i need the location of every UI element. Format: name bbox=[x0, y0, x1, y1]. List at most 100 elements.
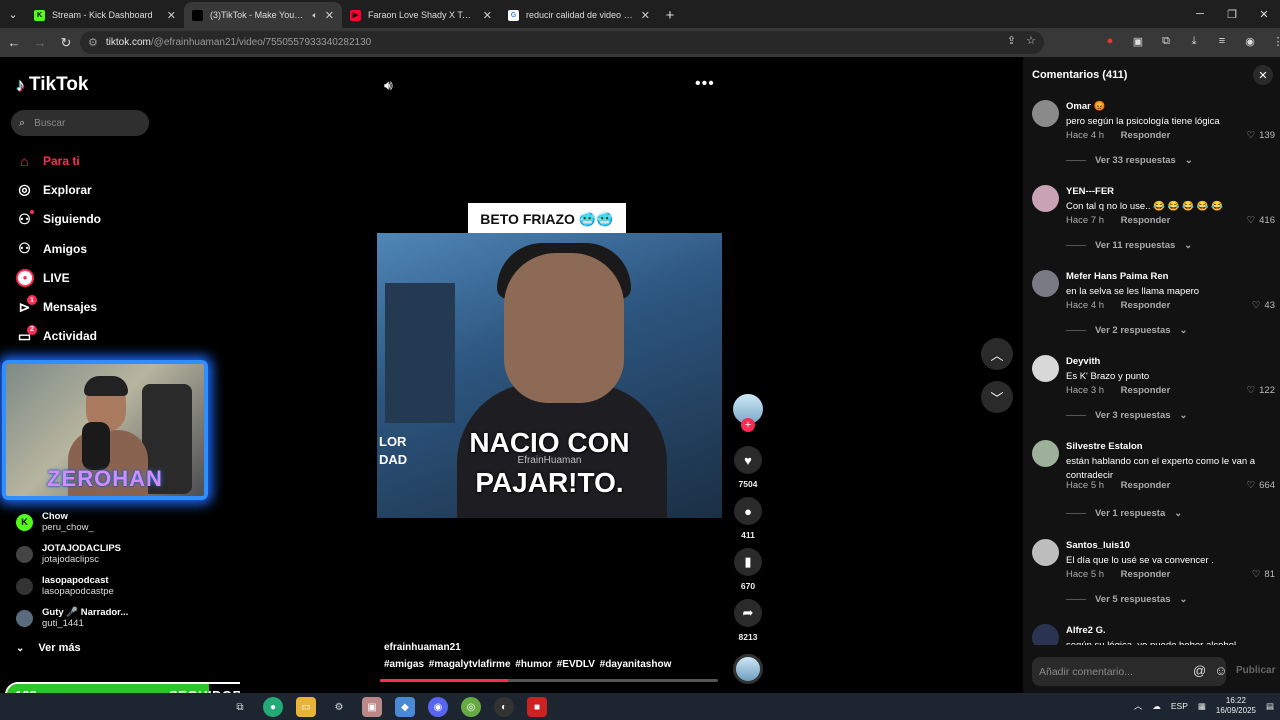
view-replies-button[interactable]: Ver 11 respuestas ⌄ bbox=[1066, 240, 1192, 251]
video-progress-bar[interactable] bbox=[380, 679, 718, 682]
chrome-icon[interactable]: ● bbox=[263, 697, 283, 717]
tab-close-icon[interactable]: ✕ bbox=[325, 9, 334, 22]
volume-icon[interactable]: 🔊︎ bbox=[384, 77, 393, 94]
commenter-avatar[interactable] bbox=[1032, 185, 1059, 212]
reply-button[interactable]: Responder bbox=[1121, 300, 1171, 311]
following-account[interactable]: K Chow peru_chow_ bbox=[16, 506, 128, 538]
obs-icon[interactable]: ◐ bbox=[494, 697, 514, 717]
view-replies-button[interactable]: Ver 2 respuestas ⌄ bbox=[1066, 325, 1188, 336]
nav-item-explorar[interactable]: ◎ Explorar bbox=[16, 175, 101, 204]
reply-button[interactable]: Responder bbox=[1121, 215, 1171, 226]
site-info-icon[interactable]: ⚙ bbox=[88, 36, 98, 49]
reply-button[interactable]: Responder bbox=[1121, 130, 1171, 141]
next-video-button[interactable]: ﹀ bbox=[981, 381, 1013, 413]
emoji-icon[interactable]: ☺ bbox=[1214, 663, 1227, 678]
clock[interactable]: 16:22 16/09/2025 bbox=[1216, 696, 1256, 716]
new-tab-button[interactable]: + bbox=[658, 2, 682, 28]
close-comments-button[interactable]: ✕ bbox=[1253, 65, 1273, 85]
nav-item-amigos[interactable]: ⚇ Amigos bbox=[16, 234, 101, 263]
extensions-puzzle-icon[interactable]: ⧉ bbox=[1156, 31, 1176, 51]
reply-button[interactable]: Responder bbox=[1121, 569, 1171, 580]
comment-like[interactable]: ♡ 416 bbox=[1247, 215, 1275, 226]
cloud-icon[interactable]: ☁ bbox=[1152, 701, 1161, 712]
extension-red-icon[interactable]: ● bbox=[1100, 31, 1120, 51]
commenter-avatar[interactable] bbox=[1032, 270, 1059, 297]
app-icon[interactable]: ▣ bbox=[362, 697, 382, 717]
commenter-avatar[interactable] bbox=[1032, 440, 1059, 467]
view-replies-button[interactable]: Ver 5 respuestas ⌄ bbox=[1066, 594, 1188, 605]
comment-like[interactable]: ♡ 81 bbox=[1252, 569, 1275, 580]
heart-icon[interactable]: ♥ bbox=[734, 446, 762, 474]
app-blue-icon[interactable]: ◆ bbox=[395, 697, 415, 717]
network-icon[interactable]: ▦ bbox=[1198, 701, 1206, 712]
view-replies-button[interactable]: Ver 33 respuestas ⌄ bbox=[1066, 155, 1193, 166]
tab-audio-icon[interactable]: 🔈︎ bbox=[312, 10, 317, 21]
nav-item-live[interactable]: ● LIVE bbox=[16, 263, 101, 292]
commenter-name[interactable]: Santos_luis10 bbox=[1066, 540, 1130, 551]
bookmark-star-icon[interactable]: ☆ bbox=[1026, 34, 1036, 47]
commenter-name[interactable]: YEN---FER bbox=[1066, 186, 1114, 197]
browser-tab[interactable]: K Stream - Kick Dashboard ✕ bbox=[26, 2, 184, 28]
more-options-icon[interactable]: ••• bbox=[695, 75, 715, 93]
search-input[interactable]: ⌕ Buscar bbox=[11, 110, 149, 136]
following-account[interactable]: JOTAJODACLIPS jotajodaclipsc bbox=[16, 538, 128, 570]
comment-like[interactable]: ♡ 139 bbox=[1247, 130, 1275, 141]
music-disc-icon[interactable] bbox=[733, 654, 763, 684]
app-green-icon[interactable]: ◎ bbox=[461, 697, 481, 717]
nav-item-actividad[interactable]: ▭ 2 Actividad bbox=[16, 322, 101, 351]
following-account[interactable]: Guty 🎤 Narrador... guti_1441 bbox=[16, 602, 128, 634]
language-indicator[interactable]: ESP bbox=[1171, 701, 1188, 711]
commenter-avatar[interactable] bbox=[1032, 100, 1059, 127]
commenter-name[interactable]: Alfre2 G. bbox=[1066, 625, 1106, 636]
file-explorer-icon[interactable]: ▭ bbox=[296, 697, 316, 717]
bookmark-icon[interactable]: ▮ bbox=[734, 548, 762, 576]
commenter-name[interactable]: Silvestre Estalon bbox=[1066, 441, 1143, 452]
settings-icon[interactable]: ⚙ bbox=[329, 697, 349, 717]
comment-icon[interactable]: ● bbox=[734, 497, 762, 525]
install-app-icon[interactable]: ⇪ bbox=[1007, 34, 1016, 47]
mention-icon[interactable]: @ bbox=[1193, 663, 1206, 678]
tray-chevron-icon[interactable]: ︿ bbox=[1134, 700, 1143, 712]
profile-avatar-icon[interactable]: ◉ bbox=[1240, 31, 1260, 51]
back-icon[interactable]: ← bbox=[2, 31, 26, 55]
discord-icon[interactable]: ◉ bbox=[428, 697, 448, 717]
media-control-icon[interactable]: ≡ bbox=[1212, 31, 1232, 51]
commenter-name[interactable]: Deyvith bbox=[1066, 356, 1100, 367]
like-action[interactable]: ♥ 7504 bbox=[732, 446, 764, 497]
minimize-icon[interactable]: ─ bbox=[1184, 0, 1216, 28]
nav-item-para-ti[interactable]: ⌂ Para ti bbox=[16, 146, 101, 175]
follow-plus-icon[interactable]: + bbox=[741, 418, 755, 432]
commenter-avatar[interactable] bbox=[1032, 624, 1059, 645]
comment-like[interactable]: ♡ 664 bbox=[1247, 480, 1275, 491]
nav-item-mensajes[interactable]: ⊳ 1 Mensajes bbox=[16, 292, 101, 321]
browser-tab[interactable]: ♪ (3)TikTok - Make Your Day 🔈︎ ✕ bbox=[184, 2, 342, 28]
tab-search-icon[interactable]: ⌄ bbox=[0, 0, 26, 28]
browser-tab[interactable]: G reducir calidad de video gratis ✕ bbox=[500, 2, 658, 28]
forward-icon[interactable]: → bbox=[28, 31, 52, 55]
video-author[interactable]: efrainhuaman21 bbox=[384, 642, 671, 653]
following-account[interactable]: lasopapodcast lasopapodcastpe bbox=[16, 570, 128, 602]
commenter-name[interactable]: Omar 😡 bbox=[1066, 101, 1105, 112]
comment-like[interactable]: ♡ 43 bbox=[1252, 300, 1275, 311]
post-comment-button[interactable]: Publicar bbox=[1236, 665, 1275, 676]
comment-action[interactable]: ● 411 bbox=[732, 497, 764, 548]
task-view-icon[interactable]: ⧉ bbox=[230, 697, 250, 717]
address-bar[interactable]: ⚙ tiktok.com/@efrainhuaman21/video/75505… bbox=[80, 31, 1044, 54]
restore-icon[interactable]: ❐ bbox=[1216, 0, 1248, 28]
download-icon[interactable]: ⤓ bbox=[1184, 31, 1204, 51]
browser-menu-icon[interactable]: ⋮ bbox=[1268, 31, 1280, 51]
tab-close-icon[interactable]: ✕ bbox=[167, 9, 176, 22]
comment-like[interactable]: ♡ 122 bbox=[1247, 385, 1275, 396]
extension-gray-icon[interactable]: ▣ bbox=[1128, 31, 1148, 51]
see-more-button[interactable]: ⌄ Ver más bbox=[16, 636, 128, 660]
creator-avatar[interactable]: + bbox=[733, 394, 763, 432]
tiktok-logo[interactable]: ♪ TikTok bbox=[16, 74, 88, 96]
save-action[interactable]: ▮ 670 bbox=[732, 548, 764, 599]
nav-item-siguiendo[interactable]: ⚇ Siguiendo bbox=[16, 205, 101, 234]
view-replies-button[interactable]: Ver 1 respuesta ⌄ bbox=[1066, 508, 1182, 519]
video-hashtags[interactable]: #amigas #magalytvlafirme #humor #EVDLV #… bbox=[384, 659, 671, 670]
share-action[interactable]: ➦ 8213 bbox=[732, 599, 764, 650]
commenter-avatar[interactable] bbox=[1032, 539, 1059, 566]
commenter-name[interactable]: Mefer Hans Paima Ren bbox=[1066, 271, 1168, 282]
tab-close-icon[interactable]: ✕ bbox=[483, 9, 492, 22]
